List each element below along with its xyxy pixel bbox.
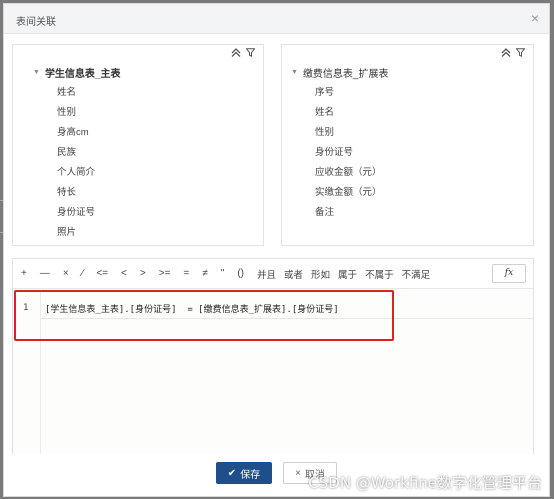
close-icon[interactable]: × bbox=[531, 10, 539, 26]
left-table-panel: ▼ 学生信息表_主表 姓名 性别 身高cm 民族 个人简介 特长 身份证号 照片 bbox=[12, 44, 264, 246]
expand-caret-icon[interactable]: ▼ bbox=[33, 69, 40, 76]
filter-icon[interactable] bbox=[515, 48, 526, 59]
operator-button[interactable]: 形如 bbox=[311, 267, 330, 281]
field-item[interactable]: 身份证号 bbox=[57, 203, 95, 223]
operator-button[interactable]: + bbox=[21, 268, 27, 279]
tree-root-label: 学生信息表_主表 bbox=[44, 69, 121, 80]
expand-caret-icon[interactable]: ▼ bbox=[291, 69, 298, 76]
right-table-panel: ▼ 缴费信息表_扩展表 序号 姓名 性别 身份证号 应收金额（元） 实缴金额（元… bbox=[281, 44, 534, 246]
dialog-header: 表间关联 × bbox=[4, 4, 549, 34]
field-item[interactable]: 实缴金额（元） bbox=[315, 183, 382, 203]
tree-root-label: 缴费信息表_扩展表 bbox=[302, 69, 389, 80]
save-label: 保存 bbox=[240, 469, 261, 481]
field-item[interactable]: 民族 bbox=[57, 143, 95, 163]
operator-button[interactable]: <= bbox=[96, 268, 108, 279]
field-item[interactable]: 特长 bbox=[57, 183, 95, 203]
field-item[interactable]: 身高cm bbox=[57, 123, 95, 143]
field-item[interactable]: 序号 bbox=[315, 83, 382, 103]
panel-tools bbox=[501, 48, 526, 59]
double-chevron-up-icon[interactable] bbox=[231, 48, 241, 59]
operator-button[interactable]: ∕ bbox=[82, 268, 84, 279]
operator-button[interactable]: × bbox=[63, 268, 69, 279]
operator-button[interactable]: 并且 bbox=[257, 267, 276, 281]
formula-editor-panel: + — × ∕ <= < > >= = ≠ "() 并且 或者 形如 属于 不属于 不满足 fx 1 [学生信息表… bbox=[12, 258, 534, 454]
field-list: 姓名 性别 身高cm 民族 个人简介 特长 身份证号 照片 bbox=[57, 83, 95, 243]
function-button[interactable]: fx bbox=[492, 264, 526, 283]
field-item[interactable]: 身份证号 bbox=[315, 143, 382, 163]
field-item[interactable]: 照片 bbox=[57, 223, 95, 243]
double-chevron-up-icon[interactable] bbox=[501, 48, 511, 59]
dialog-title: 表间关联 bbox=[16, 17, 56, 28]
tree-root-main-table[interactable]: ▼ 学生信息表_主表 bbox=[33, 65, 121, 80]
field-item[interactable]: 姓名 bbox=[315, 103, 382, 123]
operator-button[interactable]: ≠ bbox=[202, 268, 208, 279]
operator-button[interactable]: >= bbox=[159, 268, 171, 279]
operator-button[interactable]: = bbox=[183, 268, 189, 279]
check-icon: ✔ bbox=[227, 467, 237, 479]
operator-button[interactable]: 属于 bbox=[338, 267, 357, 281]
operator-button[interactable]: < bbox=[121, 268, 127, 279]
field-item[interactable]: 性别 bbox=[315, 123, 382, 143]
field-item[interactable]: 性别 bbox=[57, 103, 95, 123]
operator-button[interactable]: > bbox=[140, 268, 146, 279]
field-item[interactable]: 个人简介 bbox=[57, 163, 95, 183]
operator-button[interactable]: — bbox=[40, 268, 50, 279]
filter-icon[interactable] bbox=[245, 48, 256, 59]
panel-tools bbox=[231, 48, 256, 59]
field-item[interactable]: 姓名 bbox=[57, 83, 95, 103]
field-item[interactable]: 备注 bbox=[315, 203, 382, 223]
operator-button[interactable]: 不属于 bbox=[365, 267, 394, 281]
field-item[interactable]: 应收金额（元） bbox=[315, 163, 382, 183]
watermark: CSDN @Workfine数字化管理平台 bbox=[308, 474, 542, 492]
operator-button[interactable]: " bbox=[221, 268, 225, 279]
tree-root-extension-table[interactable]: ▼ 缴费信息表_扩展表 bbox=[291, 65, 389, 80]
operator-button[interactable]: 不满足 bbox=[402, 267, 431, 281]
field-list: 序号 姓名 性别 身份证号 应收金额（元） 实缴金额（元） 备注 bbox=[315, 83, 382, 223]
operator-button[interactable]: () bbox=[237, 268, 244, 279]
operator-toolbar: + — × ∕ <= < > >= = ≠ " () 并且 或者 形如 属于 不属于 不满足 fx bbox=[13, 259, 533, 289]
highlight-annotation-box bbox=[14, 290, 394, 341]
operator-button[interactable]: 或者 bbox=[284, 267, 303, 281]
save-button[interactable]: ✔ 保存 bbox=[216, 462, 272, 484]
close-icon: × bbox=[295, 467, 301, 479]
